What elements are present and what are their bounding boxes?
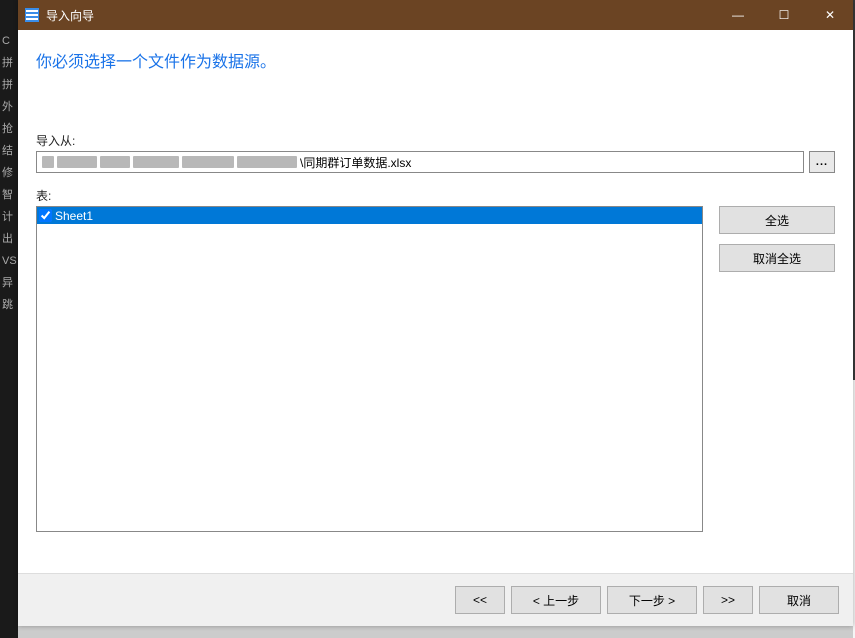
list-item[interactable]: Sheet1 <box>37 207 702 224</box>
background-sidebar: C拼拼外抢结修智计出VS异跳 <box>0 0 18 638</box>
first-button-label: << <box>473 593 487 607</box>
cancel-button[interactable]: 取消 <box>759 586 839 614</box>
redacted-segment <box>100 156 130 168</box>
first-button[interactable]: << <box>455 586 505 614</box>
tables-listbox[interactable]: Sheet1 <box>36 206 703 532</box>
browse-button-label: ... <box>816 156 828 168</box>
deselect-all-button[interactable]: 取消全选 <box>719 244 835 272</box>
deselect-all-label: 取消全选 <box>753 250 801 267</box>
import-path-input[interactable]: \同期群订单数据.xlsx <box>36 151 804 173</box>
list-item-label: Sheet1 <box>55 209 700 223</box>
import-wizard-window: 导入向导 — ☐ ✕ 你必须选择一个文件作为数据源。 导入从: \同 <box>18 0 853 626</box>
browse-button[interactable]: ... <box>809 151 835 173</box>
prev-button[interactable]: < 上一步 <box>511 586 601 614</box>
wizard-footer: << < 上一步 下一步 > >> 取消 <box>18 573 853 626</box>
last-button-label: >> <box>721 593 735 607</box>
minimize-icon: — <box>732 8 744 22</box>
import-from-row: \同期群订单数据.xlsx ... <box>36 151 835 173</box>
window-controls: — ☐ ✕ <box>715 0 853 30</box>
redacted-segment <box>42 156 54 168</box>
redacted-segment <box>57 156 97 168</box>
window-title: 导入向导 <box>46 7 715 24</box>
redacted-segment <box>133 156 179 168</box>
maximize-icon: ☐ <box>779 8 790 22</box>
prev-button-label: < 上一步 <box>533 592 579 609</box>
cancel-button-label: 取消 <box>787 592 811 609</box>
last-button[interactable]: >> <box>703 586 753 614</box>
tables-label: 表: <box>36 187 835 204</box>
import-from-label: 导入从: <box>36 132 835 149</box>
close-icon: ✕ <box>825 8 835 22</box>
titlebar: 导入向导 — ☐ ✕ <box>18 0 853 30</box>
selection-buttons: 全选 取消全选 <box>719 206 835 573</box>
app-icon <box>24 7 40 23</box>
tables-row: Sheet1 全选 取消全选 <box>36 206 835 573</box>
minimize-button[interactable]: — <box>715 0 761 30</box>
background-bottom-strip <box>18 626 853 638</box>
redacted-segment <box>182 156 234 168</box>
content-area: 你必须选择一个文件作为数据源。 导入从: \同期群订单数据.xlsx ... 表… <box>18 30 853 573</box>
select-all-button[interactable]: 全选 <box>719 206 835 234</box>
maximize-button[interactable]: ☐ <box>761 0 807 30</box>
import-path-visible: \同期群订单数据.xlsx <box>300 154 411 171</box>
select-all-label: 全选 <box>765 212 789 229</box>
close-button[interactable]: ✕ <box>807 0 853 30</box>
wizard-heading: 你必须选择一个文件作为数据源。 <box>36 48 835 72</box>
next-button-label: 下一步 > <box>629 592 675 609</box>
redacted-segment <box>237 156 297 168</box>
list-item-checkbox[interactable] <box>39 209 52 222</box>
next-button[interactable]: 下一步 > <box>607 586 697 614</box>
